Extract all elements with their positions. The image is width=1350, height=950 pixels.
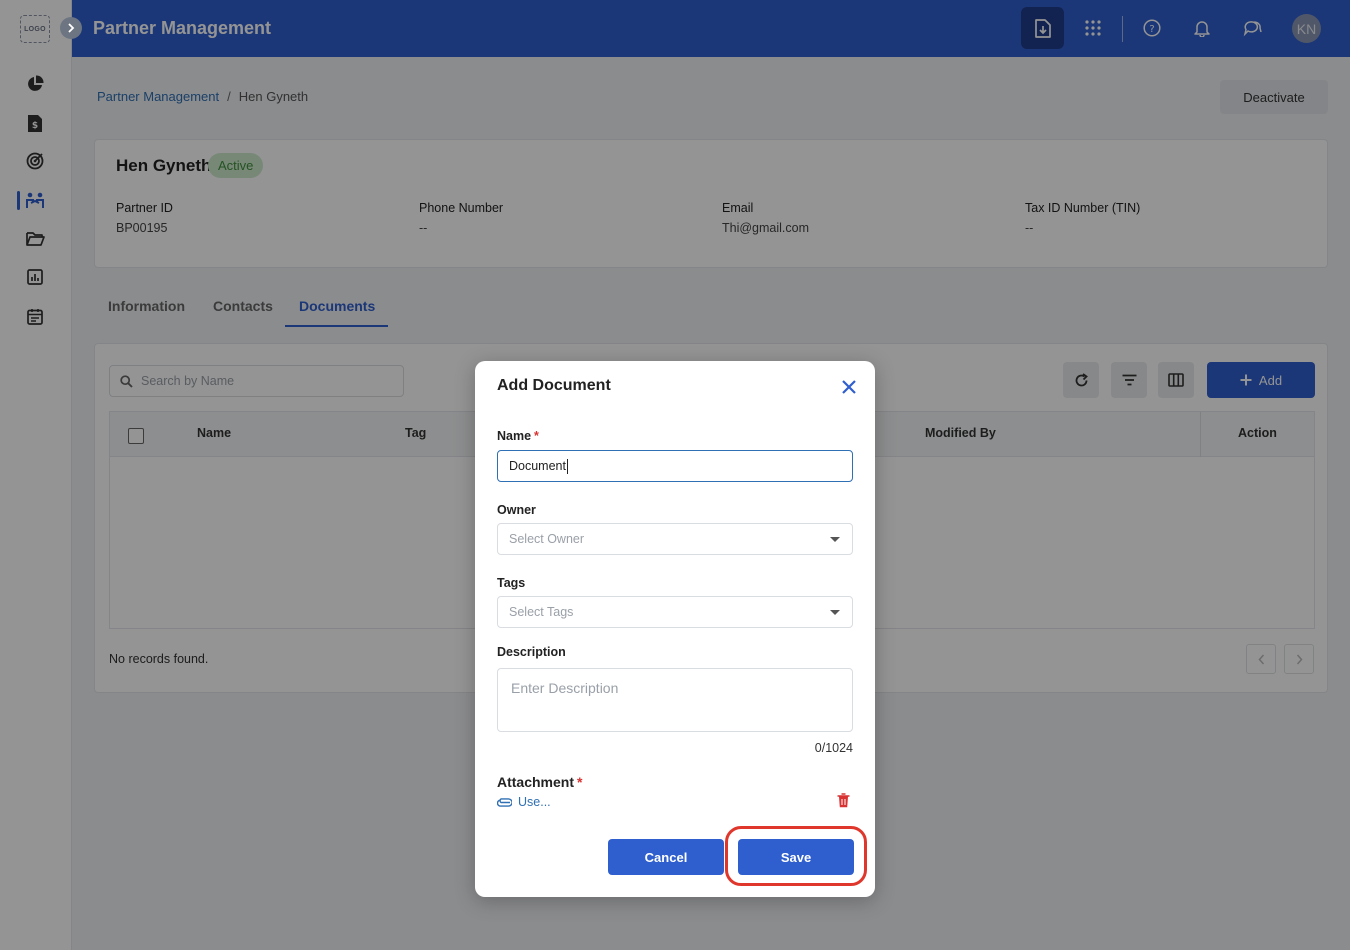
close-icon bbox=[842, 380, 856, 394]
owner-select[interactable]: Select Owner bbox=[497, 523, 853, 555]
description-textarea[interactable]: Enter Description bbox=[497, 668, 853, 732]
text-caret bbox=[566, 458, 568, 474]
owner-label: Owner bbox=[497, 503, 536, 517]
tags-placeholder: Select Tags bbox=[509, 605, 574, 619]
close-button[interactable] bbox=[840, 378, 858, 396]
owner-placeholder: Select Owner bbox=[509, 532, 585, 546]
tags-label: Tags bbox=[497, 576, 526, 590]
character-counter: 0/1024 bbox=[814, 741, 853, 755]
name-label: Name * bbox=[497, 429, 539, 443]
cancel-button[interactable]: Cancel bbox=[608, 839, 724, 875]
required-mark: * bbox=[534, 429, 539, 443]
delete-attachment-button[interactable] bbox=[837, 793, 850, 808]
attachment-file-name: Use... bbox=[518, 795, 551, 809]
name-input[interactable]: Document bbox=[497, 450, 853, 482]
name-input-value: Document bbox=[509, 459, 566, 473]
description-label: Description bbox=[497, 645, 566, 659]
attachment-label: Attachment * bbox=[497, 774, 583, 790]
dropdown-caret-icon bbox=[830, 610, 840, 615]
trash-icon bbox=[837, 793, 850, 808]
required-mark: * bbox=[577, 774, 583, 790]
tags-select[interactable]: Select Tags bbox=[497, 596, 853, 628]
dropdown-caret-icon bbox=[830, 537, 840, 542]
dialog-title: Add Document bbox=[497, 377, 611, 394]
add-document-dialog: Add Document Name * Document Owner Select… bbox=[475, 361, 875, 897]
attachment-file-link[interactable]: Use... bbox=[497, 795, 551, 809]
save-highlight-annotation bbox=[725, 826, 867, 886]
paperclip-icon bbox=[497, 797, 512, 807]
expand-sidebar-button[interactable] bbox=[60, 17, 82, 39]
